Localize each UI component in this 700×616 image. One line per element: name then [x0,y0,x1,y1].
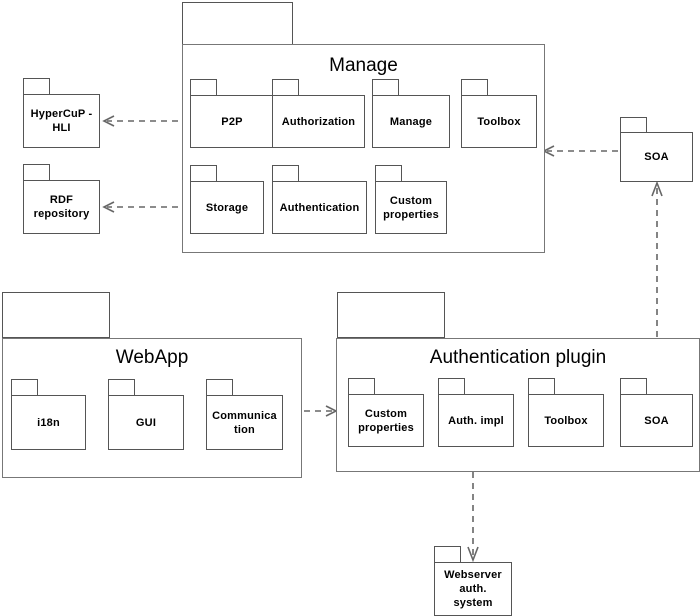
package-tab-p2p [190,79,217,96]
package-label-manage-inner: Manage [389,115,433,128]
package-label-hypercup-hli-line2: HLI [52,122,71,134]
package-body-auth-impl: Auth. impl [438,394,514,447]
package-tab-custom-properties-manage [375,165,402,182]
package-body-i18n: i18n [11,395,86,450]
package-tab-communication [206,379,233,396]
package-label-soa-plugin: SOA [644,414,669,427]
package-label-webserver-line3: system [453,597,493,609]
uml-package-diagram: Manage P2P Authorization Manage Toolbox … [0,0,700,616]
package-title-manage: Manage [329,55,398,76]
package-label-gui: GUI [135,416,157,429]
package-body-soa-plugin: SOA [620,394,693,447]
package-tab-manage-inner [372,79,399,96]
package-tab-toolbox-plugin [528,378,555,395]
package-label-toolbox-plugin: Toolbox [544,414,588,427]
package-body-manage-inner: Manage [372,95,450,148]
package-tab-authentication-plugin [337,292,445,338]
package-label-custom-properties-manage-line1: Custom [389,194,433,207]
package-tab-gui [108,379,135,396]
package-body-gui: GUI [108,395,184,450]
package-tab-storage [190,165,217,182]
package-tab-authentication [272,165,299,182]
package-label-authentication: Authentication [279,201,360,214]
package-label-auth-impl: Auth. impl [448,414,504,427]
package-tab-rdf-repository [23,164,50,181]
package-tab-soa-plugin [620,378,647,395]
package-label-rdf-repository-line1: RDF [49,194,74,206]
package-body-authentication: Authentication [272,181,367,234]
package-tab-hypercup-hli [23,78,50,95]
package-label-webserver-line1: Webserver [444,569,502,581]
package-body-storage: Storage [190,181,264,234]
package-body-authorization: Authorization [272,95,365,148]
package-body-toolbox-manage: Toolbox [461,95,537,148]
package-tab-manage [182,2,293,45]
package-title-webapp: WebApp [115,347,189,368]
package-label-p2p: P2P [221,115,243,128]
package-label-hypercup-hli-line1: HyperCuP - [30,108,93,120]
package-title-authentication-plugin: Authentication plugin [429,347,607,368]
package-label-storage: Storage [205,201,249,214]
package-body-custom-properties-plugin: Custom properties [348,394,424,447]
package-tab-webserver-auth-system [434,546,461,563]
package-tab-i18n [11,379,38,396]
package-label-custom-properties-manage-line2: properties [383,208,439,221]
package-label-communication-line2: tion [234,423,255,436]
package-tab-toolbox-manage [461,79,488,96]
package-label-authorization: Authorization [281,115,356,128]
package-body-p2p: P2P [190,95,274,148]
package-label-custom-properties-plugin-line2: properties [358,421,414,434]
package-label-soa-top: SOA [644,151,669,163]
package-body-toolbox-plugin: Toolbox [528,394,604,447]
package-body-webserver-auth-system: Webserver auth. system [434,562,512,616]
package-label-webserver-line2: auth. [459,583,487,595]
package-label-rdf-repository-line2: repository [33,208,90,220]
package-tab-auth-impl [438,378,465,395]
package-label-custom-properties-plugin-line1: Custom [364,407,408,420]
package-body-soa-top: SOA [620,132,693,182]
package-body-hypercup-hli: HyperCuP - HLI [23,94,100,148]
package-body-rdf-repository: RDF repository [23,180,100,234]
package-tab-soa-top [620,117,647,133]
package-label-communication-line1: Communica [212,409,277,422]
package-label-toolbox-manage: Toolbox [477,115,521,128]
package-tab-custom-properties-plugin [348,378,375,395]
package-body-communication: Communica tion [206,395,283,450]
package-body-custom-properties-manage: Custom properties [375,181,447,234]
package-tab-authorization [272,79,299,96]
package-label-i18n: i18n [37,416,60,429]
package-tab-webapp [2,292,110,338]
